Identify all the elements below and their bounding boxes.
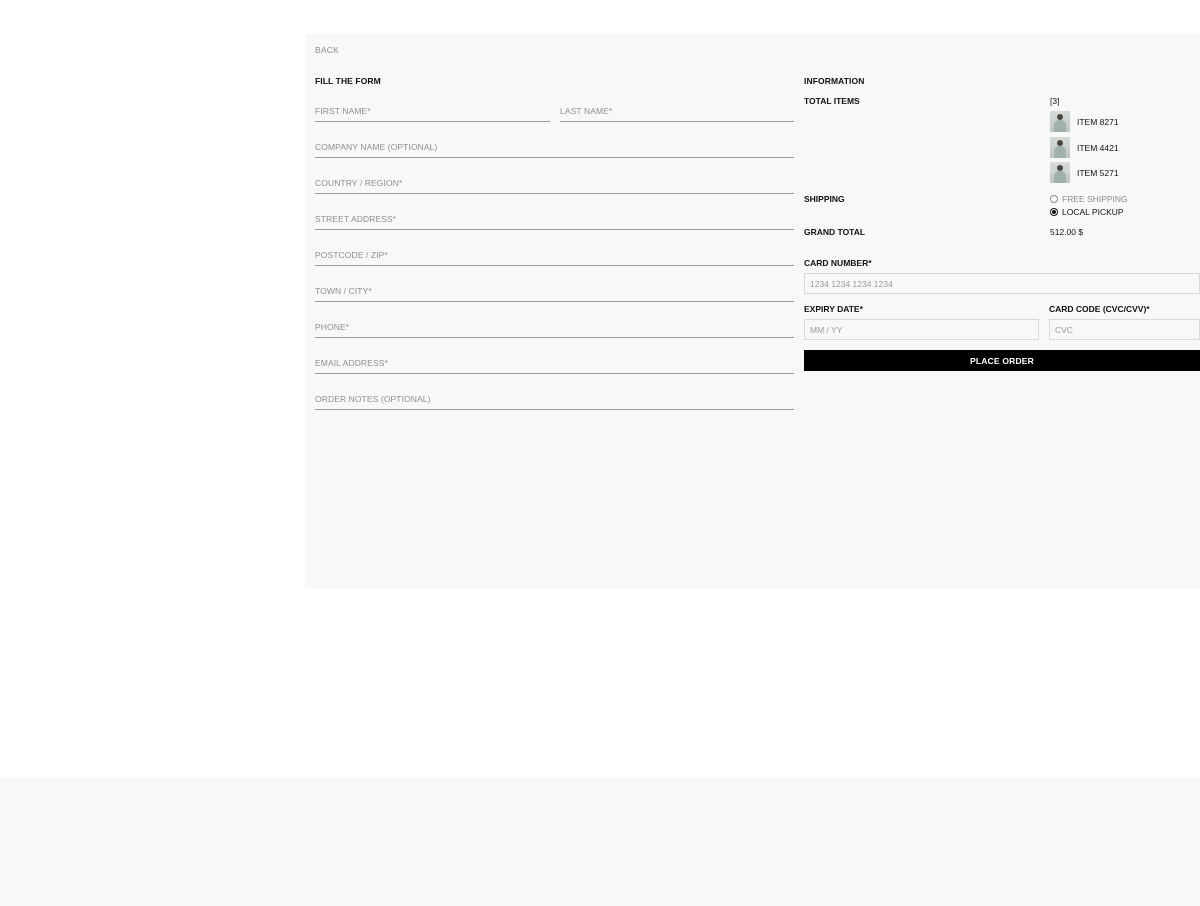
footer-band [0,777,1200,906]
email-placeholder: EMAIL ADDRESS* [315,358,388,368]
card-code-placeholder: CVC [1055,325,1073,335]
cart-item[interactable]: ITEM 8271 [1050,111,1119,132]
last-name-placeholder: LAST NAME* [560,106,613,116]
shipping-option-free[interactable]: FREE SHIPPING [1050,194,1128,204]
radio-checked-icon[interactable] [1050,208,1058,216]
shipping-label: SHIPPING [804,194,845,204]
cart-item[interactable]: ITEM 5271 [1050,162,1119,183]
grand-total-label: GRAND TOTAL [804,227,866,237]
item-thumbnail [1050,137,1070,158]
item-name: ITEM 4421 [1077,142,1119,153]
item-name: ITEM 8271 [1077,116,1119,127]
expiry-date-placeholder: MM / YY [810,325,843,335]
information-heading: INFORMATION [804,76,865,86]
order-notes-field[interactable]: ORDER NOTES (OPTIONAL) [315,390,794,410]
country-placeholder: COUNTRY / REGION* [315,178,403,188]
last-name-field[interactable]: LAST NAME* [560,102,794,122]
email-field[interactable]: EMAIL ADDRESS* [315,354,794,374]
back-link[interactable]: BACK [315,45,339,55]
card-code-label: CARD CODE (CVC/CVV)* [1049,304,1150,314]
company-placeholder: COMPANY NAME (OPTIONAL) [315,142,438,152]
grand-total-value: 512.00 $ [1050,227,1084,237]
checkout-panel: BACK FILL THE FORM FIRST NAME* LAST NAME… [305,34,1200,589]
shipping-option-label: FREE SHIPPING [1062,194,1128,204]
postcode-placeholder: POSTCODE / ZIP* [315,250,388,260]
street-address-field[interactable]: STREET ADDRESS* [315,210,794,230]
phone-field[interactable]: PHONE* [315,318,794,338]
card-number-placeholder: 1234 1234 1234 1234 [810,279,893,289]
checkout-page: BACK FILL THE FORM FIRST NAME* LAST NAME… [0,0,1200,906]
town-placeholder: TOWN / CITY* [315,286,372,296]
item-thumbnail [1050,111,1070,132]
street-address-placeholder: STREET ADDRESS* [315,214,397,224]
postcode-field[interactable]: POSTCODE / ZIP* [315,246,794,266]
shipping-option-label: LOCAL PICKUP [1062,207,1124,217]
country-field[interactable]: COUNTRY / REGION* [315,174,794,194]
total-items-count: [3] [1050,96,1060,106]
order-notes-placeholder: ORDER NOTES (OPTIONAL) [315,394,431,404]
radio-unchecked-icon[interactable] [1050,195,1058,203]
item-name: ITEM 5271 [1077,167,1119,178]
item-thumbnail [1050,162,1070,183]
cart-item[interactable]: ITEM 4421 [1050,137,1119,158]
first-name-placeholder: FIRST NAME* [315,106,371,116]
phone-placeholder: PHONE* [315,322,350,332]
shipping-option-pickup[interactable]: LOCAL PICKUP [1050,207,1124,217]
card-number-input[interactable]: 1234 1234 1234 1234 [804,273,1200,294]
total-items-label: TOTAL ITEMS [804,96,860,106]
card-number-label: CARD NUMBER* [804,258,872,268]
company-field[interactable]: COMPANY NAME (OPTIONAL) [315,138,794,158]
town-field[interactable]: TOWN / CITY* [315,282,794,302]
card-code-input[interactable]: CVC [1049,319,1200,340]
form-heading: FILL THE FORM [315,76,381,86]
first-name-field[interactable]: FIRST NAME* [315,102,550,122]
expiry-date-label: EXPIRY DATE* [804,304,863,314]
place-order-button[interactable]: PLACE ORDER [804,350,1200,371]
expiry-date-input[interactable]: MM / YY [804,319,1039,340]
